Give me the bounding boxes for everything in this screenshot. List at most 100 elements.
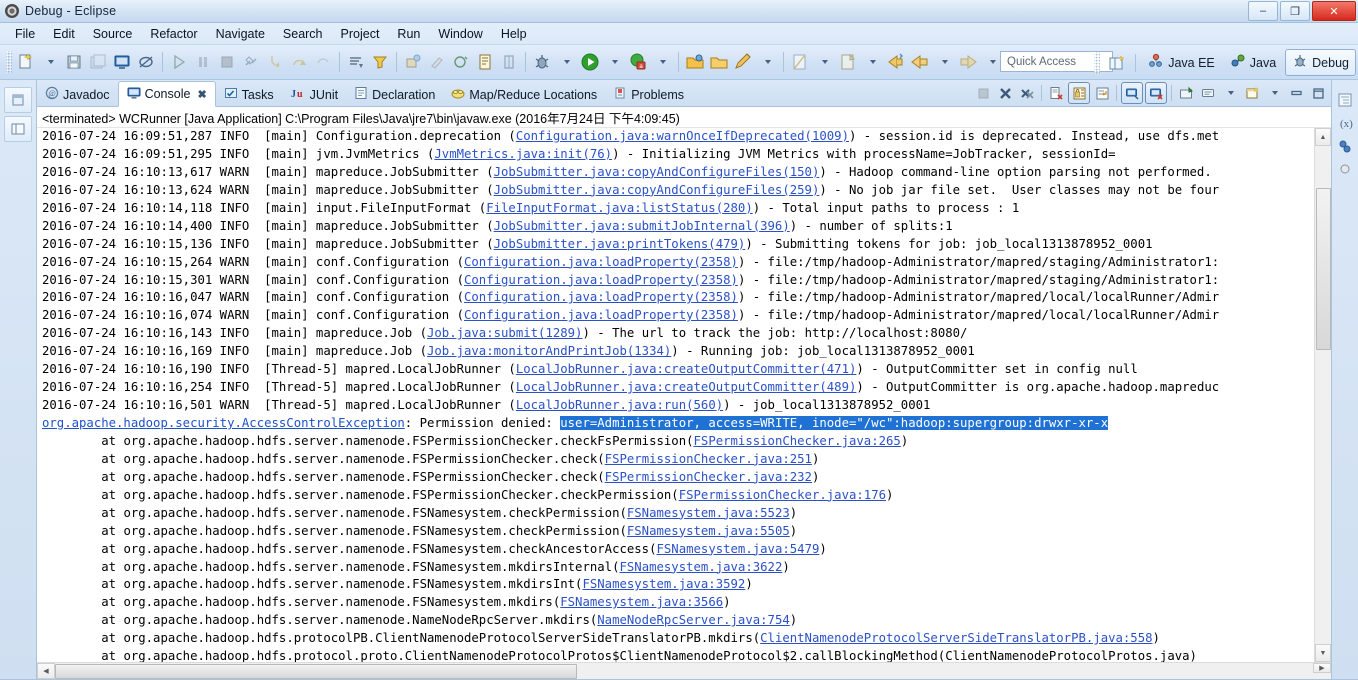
- menu-window[interactable]: Window: [429, 25, 491, 43]
- stack-trace-link[interactable]: Configuration.java:loadProperty(2358): [464, 273, 738, 287]
- run-dropdown-icon[interactable]: [603, 51, 625, 73]
- close-button[interactable]: ✕: [1312, 1, 1356, 21]
- stack-trace-link[interactable]: Configuration.java:loadProperty(2358): [464, 308, 738, 322]
- exception-type-link[interactable]: org.apache.hadoop.security.AccessControl…: [42, 416, 405, 430]
- stack-trace-link[interactable]: JobSubmitter.java:printTokens(479): [494, 237, 746, 251]
- vertical-scroll-thumb[interactable]: [1316, 188, 1331, 350]
- open-resource-icon[interactable]: [684, 51, 706, 73]
- stack-trace-link[interactable]: FSPermissionChecker.java:176: [679, 488, 886, 502]
- tab-junit[interactable]: Ju JUnit: [282, 83, 346, 106]
- search-dropdown-icon[interactable]: [813, 51, 835, 73]
- package-explorer-view-icon[interactable]: [4, 116, 32, 142]
- menu-help[interactable]: Help: [492, 25, 536, 43]
- variables-view-icon[interactable]: (x): [1336, 114, 1354, 132]
- terminate-icon[interactable]: [216, 51, 238, 73]
- new-wizard-icon[interactable]: [15, 51, 37, 73]
- selected-text[interactable]: user=Administrator, access=WRITE, inode=…: [560, 416, 1109, 430]
- horizontal-scroll-thumb[interactable]: [55, 664, 577, 679]
- menu-project[interactable]: Project: [332, 25, 389, 43]
- tab-console-close-icon[interactable]: ✖: [197, 88, 206, 101]
- run-icon[interactable]: [579, 51, 601, 73]
- save-icon[interactable]: [63, 51, 85, 73]
- show-whitespace-icon[interactable]: [498, 51, 520, 73]
- perspective-java-ee[interactable]: Java EE: [1142, 50, 1221, 75]
- open-perspective-icon[interactable]: [1106, 52, 1128, 74]
- toolbar-grip[interactable]: [6, 51, 12, 73]
- stack-trace-link[interactable]: FSNamesystem.java:5523: [627, 506, 790, 520]
- last-edit-location-icon[interactable]: [837, 51, 859, 73]
- perspective-grip[interactable]: [1094, 51, 1101, 74]
- open-folder-icon[interactable]: [708, 51, 730, 73]
- save-all-icon[interactable]: [87, 51, 109, 73]
- stack-trace-link[interactable]: Configuration.java:loadProperty(2358): [464, 255, 738, 269]
- stack-trace-link[interactable]: Job.java:submit(1289): [427, 326, 582, 340]
- scroll-up-button[interactable]: ▲: [1315, 128, 1331, 146]
- pin-console-icon[interactable]: [1176, 83, 1196, 103]
- stack-trace-link[interactable]: FSNamesystem.java:5505: [627, 524, 790, 538]
- console-horizontal-scrollbar[interactable]: ◀ ▶: [37, 662, 1331, 679]
- stack-trace-link[interactable]: FSPermissionChecker.java:251: [605, 452, 812, 466]
- show-console-on-output-icon[interactable]: [1121, 82, 1143, 104]
- remove-all-terminated-icon[interactable]: [1017, 83, 1037, 103]
- menu-file[interactable]: File: [6, 25, 44, 43]
- debug-icon[interactable]: [531, 51, 553, 73]
- stack-trace-link[interactable]: FSPermissionChecker.java:265: [694, 434, 901, 448]
- stack-trace-link[interactable]: Configuration.java:loadProperty(2358): [464, 290, 738, 304]
- outline-view-icon[interactable]: [1336, 91, 1354, 109]
- maximize-button[interactable]: ❐: [1280, 1, 1310, 21]
- toggle-breakpoint-icon[interactable]: [135, 51, 157, 73]
- stack-trace-link[interactable]: Job.java:monitorAndPrintJob(1334): [427, 344, 671, 358]
- open-task-icon[interactable]: [345, 51, 367, 73]
- step-return-icon[interactable]: [312, 51, 334, 73]
- menu-edit[interactable]: Edit: [44, 25, 84, 43]
- menu-refactor[interactable]: Refactor: [141, 25, 206, 43]
- expressions-view-icon[interactable]: [1336, 160, 1354, 178]
- tab-tasks[interactable]: Tasks: [216, 83, 282, 106]
- stack-trace-link[interactable]: Configuration.java:warnOnceIfDeprecated(…: [516, 129, 849, 143]
- edit-pencil-icon[interactable]: [732, 51, 754, 73]
- maximize-icon[interactable]: [1308, 83, 1328, 103]
- stack-trace-link[interactable]: FSNamesystem.java:5479: [657, 542, 820, 556]
- stack-trace-link[interactable]: NameNodeRpcServer.java:754: [597, 613, 790, 627]
- scroll-left-button[interactable]: ◀: [37, 663, 55, 679]
- stack-trace-link[interactable]: JobSubmitter.java:submitJobInternal(396): [494, 219, 790, 233]
- stack-trace-link[interactable]: LocalJobRunner.java:createOutputCommitte…: [516, 362, 857, 376]
- breakpoints-view-icon[interactable]: [1336, 137, 1354, 155]
- tab-problems[interactable]: Problems: [605, 83, 692, 106]
- scroll-down-button[interactable]: ▼: [1315, 644, 1331, 662]
- forward-icon[interactable]: [957, 51, 979, 73]
- step-into-icon[interactable]: [264, 51, 286, 73]
- tab-console[interactable]: Console ✖: [117, 81, 216, 107]
- new-wizard-dropdown-icon[interactable]: [39, 51, 61, 73]
- new-java-package-icon[interactable]: [402, 51, 424, 73]
- stack-trace-link[interactable]: JobSubmitter.java:copyAndConfigureFiles(…: [494, 165, 820, 179]
- disconnect-icon[interactable]: [240, 51, 262, 73]
- stack-trace-link[interactable]: JobSubmitter.java:copyAndConfigureFiles(…: [494, 183, 820, 197]
- menu-run[interactable]: Run: [388, 25, 429, 43]
- open-console-dropdown-icon[interactable]: [1264, 83, 1284, 103]
- console-text[interactable]: 2016-07-24 16:09:51,287 INFO [main] Conf…: [37, 128, 1314, 662]
- back-history-icon[interactable]: [909, 51, 931, 73]
- stack-trace-link[interactable]: ClientNamenodeProtocolServerSideTranslat…: [760, 631, 1152, 645]
- open-console-icon[interactable]: [1242, 83, 1262, 103]
- menu-navigate[interactable]: Navigate: [207, 25, 274, 43]
- minimize-button[interactable]: –: [1248, 1, 1278, 21]
- scroll-lock-icon[interactable]: [1068, 82, 1090, 104]
- menu-search[interactable]: Search: [274, 25, 332, 43]
- stack-trace-link[interactable]: FileInputFormat.java:listStatus(280): [486, 201, 753, 215]
- run-external-tools-icon[interactable]: a: [627, 51, 649, 73]
- display-selected-console-icon[interactable]: [1198, 83, 1218, 103]
- tab-javadoc[interactable]: @ Javadoc: [37, 83, 118, 106]
- stack-trace-link[interactable]: JvmMetrics.java:init(76): [434, 147, 612, 161]
- console-vertical-scrollbar[interactable]: ▲ ▼: [1314, 128, 1331, 662]
- last-edit-dropdown-icon[interactable]: [861, 51, 883, 73]
- stack-trace-link[interactable]: LocalJobRunner.java:createOutputCommitte…: [516, 380, 857, 394]
- console-view-icon[interactable]: [111, 51, 133, 73]
- stack-trace-link[interactable]: FSNamesystem.java:3592: [582, 577, 745, 591]
- stack-trace-link[interactable]: FSNamesystem.java:3622: [619, 560, 782, 574]
- edit-dropdown-icon[interactable]: [756, 51, 778, 73]
- new-annotation-icon[interactable]: [450, 51, 472, 73]
- back-dropdown-icon[interactable]: [933, 51, 955, 73]
- word-wrap-icon[interactable]: [1092, 83, 1112, 103]
- perspective-debug[interactable]: Debug: [1285, 49, 1356, 76]
